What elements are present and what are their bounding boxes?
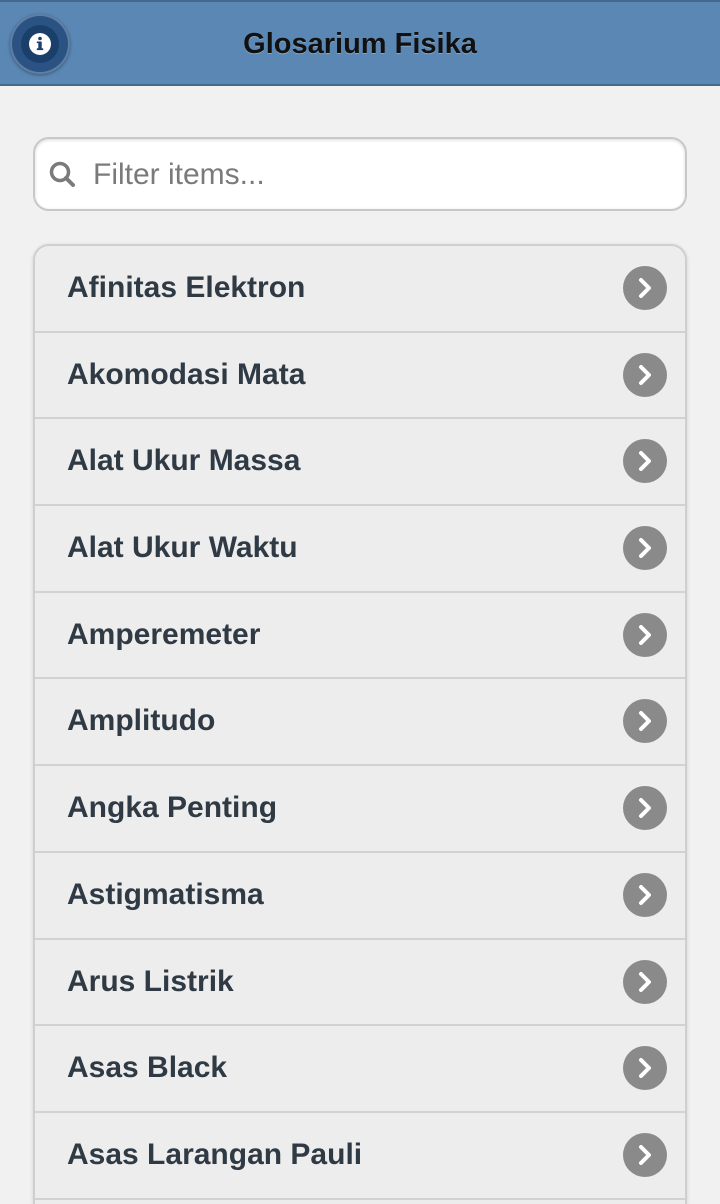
list-item[interactable]: Astigmatisma [35, 852, 685, 940]
list-item[interactable]: Asas Black [35, 1026, 685, 1113]
list-item[interactable]: Angka Penting [35, 766, 685, 853]
list-item-label: Alat Ukur Massa [67, 444, 301, 478]
list-item-label: Arus Listrik [67, 964, 234, 998]
chevron-right-icon [623, 266, 667, 310]
list-item-label: Afinitas Elektron [67, 271, 306, 304]
search-box[interactable] [33, 137, 687, 211]
chevron-right-icon [623, 786, 667, 831]
list-item-label: Alat Ukur Waktu [67, 531, 298, 565]
list-item-label: Amperemeter [67, 617, 261, 651]
list-item[interactable]: Amperemeter [35, 592, 685, 680]
app-header: Glosarium Fisika [0, 0, 720, 86]
chevron-right-icon [623, 352, 667, 397]
list-item-label: Angka Penting [67, 791, 278, 825]
chevron-right-icon [623, 699, 667, 744]
list-item-label: Akomodasi Mata [67, 357, 306, 391]
chevron-right-icon [623, 1132, 667, 1177]
list-item[interactable]: Akomodasi Mata [35, 332, 685, 420]
list-item[interactable]: Arus Listrik [35, 939, 685, 1027]
chevron-right-icon [623, 959, 667, 1004]
search-input[interactable] [91, 147, 675, 203]
page-title: Glosarium Fisika [243, 28, 477, 60]
list-item[interactable]: Alat Ukur Waktu [35, 506, 685, 593]
glossary-list: Afinitas Elektron Akomodasi Mata Alat Ukur… [33, 244, 687, 1204]
list-item[interactable]: Amplitudo [35, 679, 685, 767]
list-item-label: Astigmatisma [67, 877, 264, 911]
chevron-right-icon [623, 526, 667, 571]
list-item-label: Asas Black [67, 1051, 228, 1085]
search-icon [49, 161, 75, 187]
list-item[interactable]: Afinitas Elektron [35, 246, 685, 333]
list-item[interactable]: Asas Larangan Pauli [35, 1112, 685, 1200]
chevron-right-icon [623, 872, 667, 917]
chevron-right-icon [623, 612, 667, 657]
list-item-label: Asas Larangan Pauli [67, 1137, 363, 1171]
list-item-label: Amplitudo [67, 704, 216, 738]
list-item[interactable]: Alat Ukur Massa [35, 419, 685, 507]
chevron-right-icon [623, 1046, 667, 1091]
chevron-right-icon [623, 439, 667, 484]
